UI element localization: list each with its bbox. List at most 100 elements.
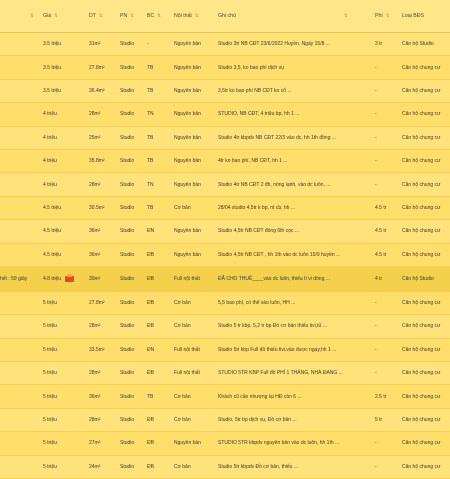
header-type[interactable]: Loại BĐS xyxy=(402,0,450,32)
header-area[interactable]: DT ⇅ xyxy=(89,0,117,32)
cell-bedrooms: Studio xyxy=(120,173,146,195)
cell-type: Căn hộ chung cư xyxy=(402,220,450,242)
cell-notes: Studio 4,5tr NB CĐT , hh 1th vào dc luôn… xyxy=(218,244,360,266)
cell-type: Căn hộ chung cư xyxy=(402,197,450,219)
header-balcony[interactable]: BC ⇅ xyxy=(147,0,171,32)
cell-fee-text: - xyxy=(375,463,377,470)
cell-fee: - xyxy=(375,56,399,78)
sort-icon[interactable]: ⇅ xyxy=(386,13,390,19)
cell-bedrooms-text: Studio xyxy=(120,228,135,235)
cell-area: 25m² xyxy=(89,127,117,149)
header-cell-left[interactable]: ⇅ xyxy=(0,0,38,32)
cell-balcony: TB xyxy=(147,197,171,219)
table-row[interactable]: 3.5 triệu 36.4m² Studio TB Nguyên bản 3,5tr k… xyxy=(0,80,450,104)
cell-fee-text: 4 tr xyxy=(375,275,383,282)
cell-type-text: Căn hộ chung cư xyxy=(402,346,441,353)
table-row[interactable]: 5 triệu 28m² Studio ĐB Full nội thất STUDIO 5… xyxy=(0,362,450,386)
table-row[interactable]: 5 triệu 24m² Studio ĐB Cơ bản Studio 5tr kbpd… xyxy=(0,456,450,479)
table-row[interactable]: 3.5 triệu 31m² Studio - Nguyên bản Studio 3tr… xyxy=(0,33,450,57)
table-row[interactable]: 4 triệu 28m² Studio TN Nguyên bản STUDIO, NB … xyxy=(0,103,450,127)
table-row[interactable]: 5 triệu 27m² Studio ĐB Nguyên bản STUDIO 5TR … xyxy=(0,432,450,456)
table-row[interactable]: hết : 59 giây 4.8 triệu 30m² Studio ĐB Full n… xyxy=(0,266,450,292)
cell-furniture: Nguyên bản xyxy=(174,127,214,149)
cell-notes-text: Studio 3tr NB CĐT 23/6/2022 Huyền. Ngày … xyxy=(218,41,330,48)
cell-balcony-text: ĐB xyxy=(147,275,154,282)
cell-notes: Studio 5tr kbpdv Đồ cơ bản, thiếu ... xyxy=(218,456,360,478)
sort-icon[interactable]: ⇅ xyxy=(99,13,103,19)
header-fee[interactable]: Phí ⇅ xyxy=(375,0,399,32)
cell-fee: - xyxy=(375,292,399,314)
cell-fee-text: - xyxy=(375,64,377,71)
cell-area-text: 28m² xyxy=(89,370,101,377)
cell-bedrooms: Studio xyxy=(120,220,146,242)
cell-bedrooms: Studio xyxy=(120,267,146,291)
cell-bedrooms-text: Studio xyxy=(120,463,135,470)
sort-icon[interactable]: ⇅ xyxy=(157,13,161,19)
cell-bedrooms: Studio xyxy=(120,127,146,149)
cell-area-text: 28m² xyxy=(89,181,101,188)
table-row[interactable]: 3.5 triệu 27.8m² Studio TB Nguyên bản Studio … xyxy=(0,56,450,80)
sort-icon[interactable]: ⇅ xyxy=(344,13,348,19)
cell-bedrooms: Studio xyxy=(120,33,146,55)
cell-notes-text: Studio 5tr kbp Full đồ thiếu tivi,vào đư… xyxy=(218,346,337,353)
cell-furniture: Full nội thất xyxy=(174,339,214,361)
cell-balcony: TN xyxy=(147,103,171,125)
cell-balcony-text: TN xyxy=(147,111,154,118)
table-row[interactable]: 4 triệu 28m² Studio TN Nguyên bản Studio 4tr … xyxy=(0,173,450,197)
cell-furniture-text: Nguyên bản xyxy=(174,41,201,48)
cell-balcony: ĐB xyxy=(147,292,171,314)
sort-icon[interactable]: ⇅ xyxy=(130,13,134,19)
cell-area: 36m² xyxy=(89,385,117,407)
table-row[interactable]: 5 triệu 33.5m² Studio ĐN Full nội thất Studio… xyxy=(0,338,450,363)
cell-furniture-text: Nguyên bản xyxy=(174,228,201,235)
cell-bedrooms-text: Studio xyxy=(120,204,135,211)
cell-balcony-text: TB xyxy=(147,393,154,400)
cell-fee-text: - xyxy=(375,346,377,353)
header-price[interactable]: Giá ⇅ xyxy=(43,0,87,32)
cell-area-text: 36.4m² xyxy=(89,87,105,94)
cell-notes-text: Studio 5 tr kbp. 5,2 tr bp Đồ cơ bản thi… xyxy=(218,323,327,330)
cell-notes: ĐÃ CHO THUÊ____vào dc luôn, thiếu tí vi … xyxy=(218,267,360,291)
header-furniture[interactable]: Nội thất ⇅ xyxy=(174,0,214,32)
table-row[interactable]: 4.5 triệu 36m² Studio ĐB Nguyên bản Studio 4,… xyxy=(0,243,450,267)
cell-balcony-text: ĐN xyxy=(147,346,155,353)
cell-type: Căn hộ chung cư xyxy=(402,127,450,149)
cell-balcony-text: ĐB xyxy=(147,323,154,330)
cell-notes: Studio, 5tr bp dịch vụ, Đồ cơ bản ... xyxy=(218,409,360,431)
cell-notes-text: Studio 4,5tr NB CĐT , hh 1th vào dc luôn… xyxy=(218,251,341,258)
cell-price-text: 5 triệu xyxy=(43,300,57,307)
sort-icon[interactable]: ⇅ xyxy=(30,13,34,19)
cell-notes: STUDIO 5TR KBP Full đồ PHÍ 1 THÁNG, NHÀ … xyxy=(218,362,360,384)
cell-balcony: ĐB xyxy=(147,362,171,384)
sort-icon[interactable]: ⇅ xyxy=(195,13,199,19)
table-row[interactable]: 5 triệu 27.8m² Studio ĐB Cơ bản 5,5 bao phí, … xyxy=(0,291,450,316)
cell-price: 4.5 triệu xyxy=(43,197,87,219)
cell-price: 4.8 triệu xyxy=(43,267,87,291)
cell-area-text: 35.8m² xyxy=(89,158,105,165)
table-row[interactable]: 5 triệu 36m² Studio TB Cơ bản Khách cũ cần nh… xyxy=(0,385,450,409)
cell-furniture: Cơ bản xyxy=(174,385,214,407)
cell-bedrooms-text: Studio xyxy=(120,134,135,141)
table-row[interactable]: 4 triệu 25m² Studio TB Nguyên bản Studio 4tr … xyxy=(0,127,450,150)
sort-icon[interactable]: ⇅ xyxy=(54,13,58,19)
table-row[interactable]: 5 triệu 28m² Studio ĐB Cơ bản Studio, 5tr bp … xyxy=(0,409,450,433)
header-bedrooms[interactable]: PN ⇅ xyxy=(120,0,146,32)
table-row[interactable]: 5 triệu 28m² Studio ĐB Cơ bản Studio 5 tr kbp… xyxy=(0,315,450,339)
cell-bedrooms-text: Studio xyxy=(120,158,135,165)
header-notes[interactable]: Ghi chú ⇅ xyxy=(218,0,360,32)
cell-notes: Studio 3,5, ko bao phí dịch vụ xyxy=(218,56,360,78)
table-row[interactable]: 4.5 triệu 30.5m² Studio TB Cơ bản 28/04 studi… xyxy=(0,196,450,221)
table-row[interactable]: 4.5 triệu 36m² Studio ĐN Nguyên bản Studio 4,… xyxy=(0,220,450,244)
cell-price-text: 4 triệu xyxy=(43,111,57,118)
cell-furniture-text: Nguyên bản xyxy=(174,181,201,188)
cell-notes: STUDIO 5TR kbpdv nguyên bản vào dc luôn,… xyxy=(218,432,360,454)
cell-furniture: Nguyên bản xyxy=(174,432,214,454)
cell-furniture-text: Full nội thất xyxy=(174,275,200,282)
cell-price: 4 triệu xyxy=(43,150,87,172)
cell-fee: - xyxy=(375,339,399,361)
cell-furniture-text: Cơ bản xyxy=(174,463,191,470)
table-row[interactable]: 4 triệu 35.8m² Studio TB Nguyên bản 4tr ko ba… xyxy=(0,149,450,174)
cell-balcony-text: TB xyxy=(147,64,154,71)
cell-price: 4.5 triệu xyxy=(43,244,87,266)
cell-type-text: Căn hộ Studio xyxy=(402,41,434,48)
